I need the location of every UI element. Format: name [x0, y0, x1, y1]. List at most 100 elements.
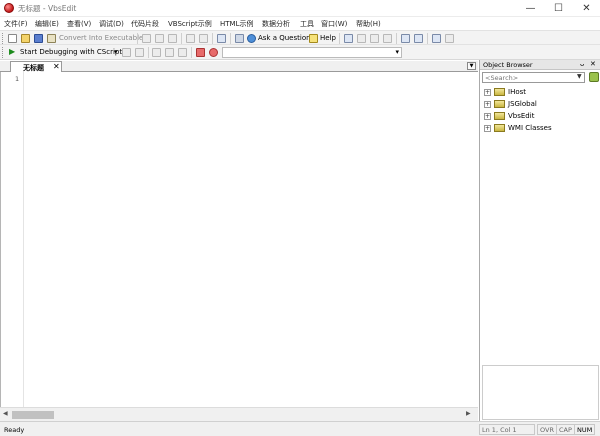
close-icon[interactable]: ✕	[590, 60, 596, 68]
main-toolbar: Convert Into Executable Ask a Question H…	[0, 30, 600, 45]
window-title: 无标题 - VbsEdit	[18, 4, 77, 13]
cut-icon[interactable]	[142, 34, 151, 43]
close-button[interactable]: ✕	[573, 0, 600, 17]
chevron-down-icon[interactable]: ▼	[577, 73, 582, 80]
toolbar-separator	[212, 33, 213, 44]
find-icon[interactable]	[235, 34, 244, 43]
code-editor[interactable]: 1	[0, 72, 478, 407]
start-debugging-button[interactable]: Start Debugging with CScript	[20, 48, 122, 56]
run-icon[interactable]: ▶	[9, 47, 15, 56]
toolbar-separator	[137, 33, 138, 44]
menu-bar: 文件(F) 编辑(E) 查看(V) 调试(D) 代码片段 VBScript示例 …	[0, 17, 600, 30]
indent-icon[interactable]	[401, 34, 410, 43]
library-icon	[494, 88, 505, 96]
tree-item-vbsedit[interactable]: + VbsEdit	[484, 111, 596, 122]
undo-icon[interactable]	[186, 34, 195, 43]
toolbar-separator	[191, 47, 192, 58]
scrollbar-thumb[interactable]	[12, 411, 54, 419]
tree-item-jsglobal[interactable]: + JSGlobal	[484, 99, 596, 110]
menu-debug[interactable]: 调试(D)	[99, 19, 124, 29]
debug-dropdown-arrow[interactable]: ▾	[114, 48, 118, 56]
tree-item-wmi-classes[interactable]: + WMI Classes	[484, 123, 596, 134]
expand-icon[interactable]: +	[484, 113, 491, 120]
menu-tools[interactable]: 工具	[300, 19, 314, 29]
tree-item-label: IHost	[508, 88, 527, 96]
library-icon	[494, 100, 505, 108]
menu-data-analysis[interactable]: 数据分析	[262, 19, 290, 29]
pause-icon[interactable]	[135, 48, 144, 57]
toolbar-grip[interactable]	[2, 47, 5, 58]
window-icon[interactable]	[217, 34, 226, 43]
tree-item-label: WMI Classes	[508, 124, 552, 132]
paste-icon[interactable]	[168, 34, 177, 43]
step-into-icon[interactable]	[152, 48, 161, 57]
menu-help[interactable]: 帮助(H)	[356, 19, 381, 29]
title-bar: 无标题 - VbsEdit — ☐ ✕	[0, 0, 600, 17]
tree-item-ihost[interactable]: + IHost	[484, 87, 596, 98]
open-folder-icon[interactable]	[21, 34, 30, 43]
maximize-button[interactable]: ☐	[545, 0, 572, 17]
expand-icon[interactable]: +	[484, 101, 491, 108]
toolbar-separator	[339, 33, 340, 44]
object-search-input[interactable]	[482, 72, 585, 83]
ask-question-button[interactable]: Ask a Question	[258, 34, 311, 42]
menu-vbscript-samples[interactable]: VBScript示例	[168, 19, 212, 29]
convert-executable-icon[interactable]	[47, 34, 56, 43]
menu-window[interactable]: 窗口(W)	[321, 19, 347, 29]
bookmark-icon[interactable]	[344, 34, 353, 43]
outdent-icon[interactable]	[414, 34, 423, 43]
library-icon	[494, 112, 505, 120]
convert-executable-button[interactable]: Convert Into Executable	[59, 34, 143, 42]
search-go-icon[interactable]	[589, 72, 599, 82]
globe-icon[interactable]	[247, 34, 256, 43]
scroll-right-icon[interactable]: ▶	[466, 410, 471, 417]
line-number-gutter: 1	[1, 72, 24, 407]
new-file-icon[interactable]	[8, 34, 17, 43]
stop-icon[interactable]	[122, 48, 131, 57]
object-browser-header: Object Browser ᴗ ✕	[480, 60, 600, 70]
step-over-icon[interactable]	[165, 48, 174, 57]
clear-bookmarks-icon[interactable]	[383, 34, 392, 43]
pin-icon[interactable]: ᴗ	[580, 60, 584, 68]
minimize-button[interactable]: —	[517, 0, 544, 17]
debug-target-dropdown[interactable]: ▾	[222, 47, 402, 58]
save-icon[interactable]	[34, 34, 43, 43]
tabs-dropdown-button[interactable]: ▼	[467, 62, 476, 70]
toolbar-separator	[181, 33, 182, 44]
menu-file[interactable]: 文件(F)	[4, 19, 28, 29]
close-icon[interactable]: ✕	[53, 62, 60, 71]
next-bookmark-icon[interactable]	[370, 34, 379, 43]
toolbar-grip[interactable]	[2, 33, 5, 44]
redo-icon[interactable]	[199, 34, 208, 43]
menu-html-samples[interactable]: HTML示例	[220, 19, 253, 29]
object-browser-title: Object Browser	[483, 61, 533, 69]
menu-edit[interactable]: 编辑(E)	[35, 19, 59, 29]
line-number: 1	[15, 75, 20, 83]
toolbar-separator	[230, 33, 231, 44]
comment-icon[interactable]	[432, 34, 441, 43]
step-out-icon[interactable]	[178, 48, 187, 57]
prev-bookmark-icon[interactable]	[357, 34, 366, 43]
menu-view[interactable]: 查看(V)	[67, 19, 91, 29]
debug-toolbar: ▶ Start Debugging with CScript ▾ ▾	[0, 45, 600, 60]
expand-icon[interactable]: +	[484, 89, 491, 96]
library-icon	[494, 124, 505, 132]
toolbar-separator	[427, 33, 428, 44]
breakpoint-icon[interactable]	[196, 48, 205, 57]
scroll-left-icon[interactable]: ◀	[3, 410, 8, 417]
status-bar: Ready Ln 1, Col 1 OVR CAP NUM	[0, 421, 600, 436]
chevron-down-icon: ▾	[395, 48, 399, 56]
help-button[interactable]: Help	[320, 34, 336, 42]
copy-icon[interactable]	[155, 34, 164, 43]
expand-icon[interactable]: +	[484, 125, 491, 132]
clear-breakpoints-icon[interactable]	[209, 48, 218, 57]
editor-tab-strip: 无标题 ✕ ▼	[0, 61, 478, 72]
menu-snippets[interactable]: 代码片段	[131, 19, 159, 29]
caps-indicator: CAP	[556, 424, 575, 435]
tab-untitled[interactable]: 无标题 ✕	[10, 61, 62, 72]
help-icon[interactable]	[309, 34, 318, 43]
numlock-indicator: NUM	[574, 424, 596, 435]
horizontal-scrollbar[interactable]: ◀ ▶	[0, 407, 478, 421]
uncomment-icon[interactable]	[445, 34, 454, 43]
toolbar-separator	[396, 33, 397, 44]
